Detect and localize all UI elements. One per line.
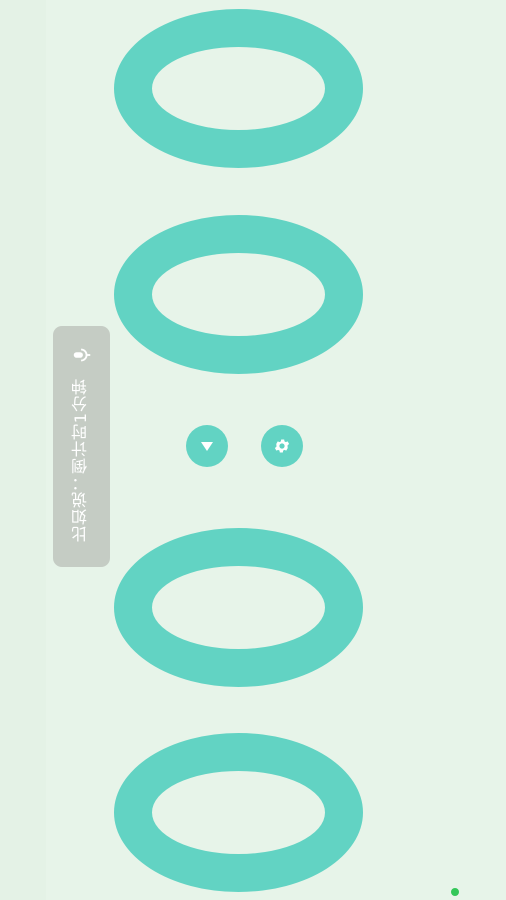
clock-digit-3: 0	[114, 528, 363, 687]
voice-hint-text: 比如说：倒计时1分钟	[71, 378, 90, 543]
triangle-down-icon	[201, 442, 213, 451]
left-edge-strip	[0, 0, 46, 900]
dropdown-button[interactable]	[186, 425, 228, 467]
voice-hint-panel[interactable]: 比如说：倒计时1分钟	[53, 326, 110, 567]
clock-digit-2: 0	[114, 215, 363, 374]
clock-digit-4: 0	[114, 733, 363, 892]
settings-button[interactable]	[261, 425, 303, 467]
clock-digit-1: 0	[114, 9, 363, 168]
status-indicator-dot	[451, 888, 459, 896]
gear-icon	[274, 439, 290, 453]
microphone-icon	[73, 348, 91, 362]
